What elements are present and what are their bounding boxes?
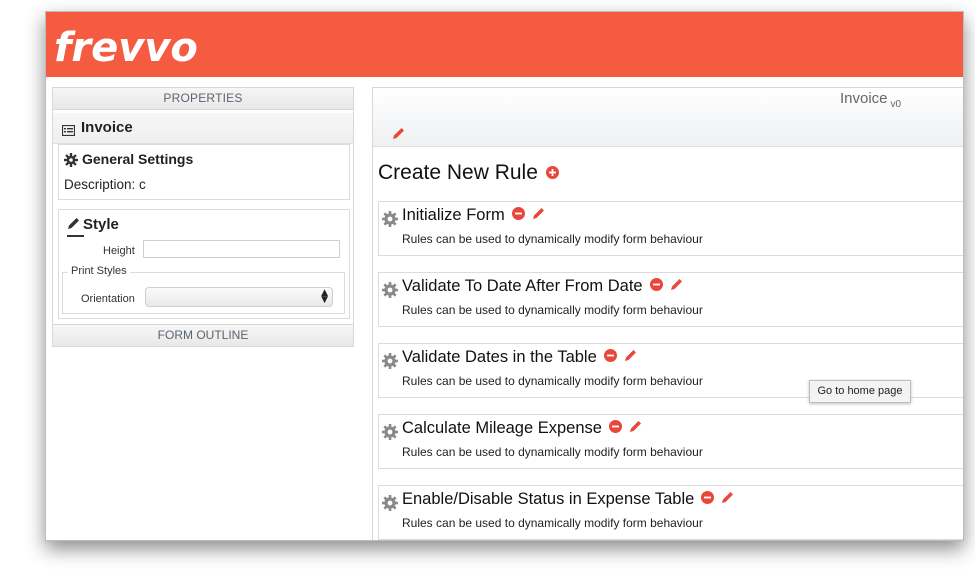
rules-header: Invoice v0	[373, 88, 963, 147]
minus-circle-icon[interactable]	[649, 277, 663, 296]
minus-circle-icon[interactable]	[603, 348, 617, 367]
pencil-icon[interactable]	[624, 348, 638, 367]
gear-icon	[381, 281, 399, 303]
height-label: Height	[103, 245, 135, 257]
general-settings-title: General Settings	[82, 151, 194, 167]
select-arrows-icon: ▲ ▼	[321, 288, 328, 305]
rule-name: Validate To Date After From Date	[402, 277, 643, 295]
form-icon	[61, 121, 76, 140]
rule-name: Validate Dates in the Table	[402, 348, 597, 366]
pencil-icon[interactable]	[670, 277, 684, 296]
form-outline-title[interactable]: FORM OUTLINE	[53, 324, 353, 346]
general-settings-header[interactable]: General Settings	[64, 151, 193, 167]
logo-text: frevvo	[54, 25, 198, 70]
create-new-rule-title: Create New Rule	[378, 161, 538, 184]
rule-description: Rules can be used to dynamically modify …	[402, 232, 703, 246]
rule-description: Rules can be used to dynamically modify …	[402, 445, 703, 459]
rule-name-row[interactable]: Initialize Form	[402, 206, 546, 225]
gear-icon	[381, 210, 399, 232]
gear-icon	[381, 423, 399, 445]
create-new-rule: Create New Rule	[378, 161, 559, 185]
rule-description: Rules can be used to dynamically modify …	[402, 374, 703, 388]
rule-name-row[interactable]: Enable/Disable Status in Expense Table	[402, 490, 735, 509]
pencil-icon[interactable]	[532, 206, 546, 225]
rule-name: Initialize Form	[402, 206, 505, 224]
pencil-icon[interactable]	[629, 419, 643, 438]
rule-name-row[interactable]: Validate Dates in the Table	[402, 348, 638, 367]
rule-name: Enable/Disable Status in Expense Table	[402, 490, 695, 508]
plus-circle-icon[interactable]	[545, 161, 559, 185]
rule-name: Calculate Mileage Expense	[402, 419, 602, 437]
rule-item: Calculate Mileage Expense Rules can be u…	[378, 414, 963, 469]
height-input[interactable]	[143, 240, 340, 258]
description-row: Description: c	[64, 177, 146, 192]
frevvo-logo[interactable]: frevvo	[54, 20, 204, 71]
form-name: Invoice	[81, 119, 133, 136]
orientation-select[interactable]: ▲ ▼	[145, 287, 333, 307]
pencil-icon	[68, 218, 79, 229]
rule-item: Enable/Disable Status in Expense Table R…	[378, 485, 963, 540]
rule-description: Rules can be used to dynamically modify …	[402, 516, 703, 530]
print-styles-legend: Print Styles	[68, 265, 130, 277]
general-settings-section: General Settings Description: c	[58, 144, 350, 200]
form-title-text: Invoice	[840, 90, 888, 107]
edit-form-pencil-icon[interactable]	[392, 125, 406, 144]
properties-panel: PROPERTIES Invoice General Settings Desc…	[52, 87, 354, 347]
style-section: Style Height Print Styles Orientation ▲ ▼	[58, 209, 350, 319]
minus-circle-icon[interactable]	[511, 206, 525, 225]
description-label: Description:	[64, 177, 136, 192]
rules-panel: Invoice v0 Create New Rule Initialize For…	[372, 87, 963, 540]
app-header: frevvo	[46, 12, 963, 77]
home-tooltip: Go to home page	[809, 380, 911, 403]
style-header[interactable]: Style	[66, 216, 119, 233]
style-title: Style	[83, 216, 119, 233]
properties-title: PROPERTIES	[53, 88, 353, 110]
gear-icon	[64, 153, 78, 167]
style-underline	[67, 235, 84, 237]
rule-description: Rules can be used to dynamically modify …	[402, 303, 703, 317]
minus-circle-icon[interactable]	[701, 490, 715, 509]
minus-circle-icon[interactable]	[608, 419, 622, 438]
rule-item: Initialize Form Rules can be used to dyn…	[378, 201, 963, 256]
gear-icon	[381, 494, 399, 516]
orientation-label: Orientation	[81, 293, 135, 305]
form-version: v0	[890, 99, 902, 110]
gear-icon	[381, 352, 399, 374]
rule-name-row[interactable]: Validate To Date After From Date	[402, 277, 684, 296]
rule-item: Validate To Date After From Date Rules c…	[378, 272, 963, 327]
app-window: frevvo PROPERTIES Invoice General Settin…	[45, 11, 964, 541]
rule-name-row[interactable]: Calculate Mileage Expense	[402, 419, 643, 438]
form-title: Invoice v0	[840, 90, 901, 110]
description-value: c	[139, 177, 146, 192]
print-styles-fieldset: Print Styles Orientation ▲ ▼	[62, 265, 345, 314]
form-name-row[interactable]: Invoice	[53, 113, 353, 144]
pencil-icon[interactable]	[721, 490, 735, 509]
